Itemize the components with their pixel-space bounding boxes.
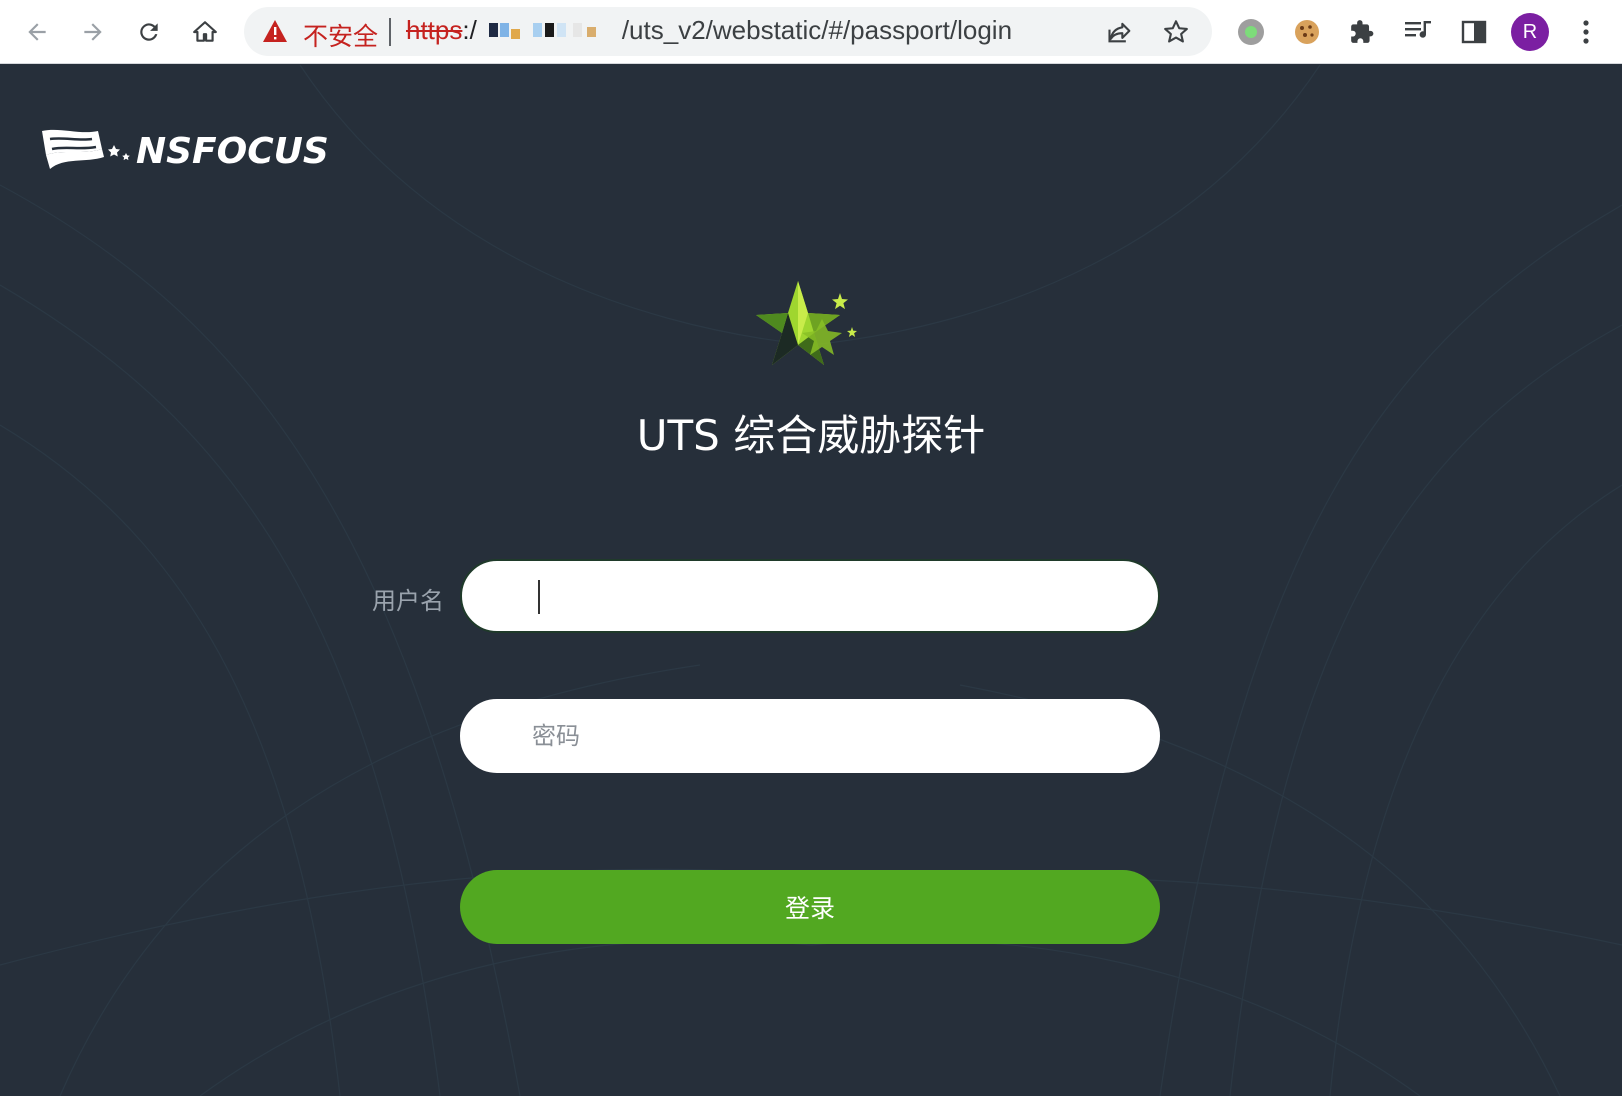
- password-input[interactable]: [460, 699, 1160, 773]
- brand-logo: NSFOCUS: [40, 127, 329, 175]
- side-panel-icon[interactable]: [1454, 12, 1494, 52]
- profile-avatar[interactable]: R: [1510, 12, 1550, 52]
- username-input[interactable]: [460, 559, 1160, 633]
- url-scheme: https: [406, 15, 463, 45]
- share-icon[interactable]: [1106, 18, 1134, 50]
- back-icon[interactable]: [17, 12, 57, 52]
- reload-icon[interactable]: [129, 12, 169, 52]
- url-text[interactable]: https:/ /uts_v2/webstatic/#/passport/logi…: [406, 15, 1012, 46]
- url-separator: :/: [462, 15, 477, 45]
- browser-toolbar: 不安全 https:/ /uts_v2/webstatic/#/passport/…: [0, 0, 1622, 64]
- login-button[interactable]: 登录: [460, 870, 1160, 944]
- text-cursor: [538, 580, 540, 614]
- username-label: 用户名: [372, 587, 444, 615]
- reading-list-icon[interactable]: [1398, 12, 1438, 52]
- page-title: UTS 综合威胁探针: [636, 411, 986, 460]
- extension-circle-icon[interactable]: [1231, 12, 1271, 52]
- home-icon[interactable]: [185, 12, 225, 52]
- flag-icon: [42, 129, 130, 169]
- cookie-icon[interactable]: [1287, 12, 1327, 52]
- brand-name: NSFOCUS: [136, 130, 329, 172]
- security-label[interactable]: 不安全: [303, 17, 378, 53]
- menu-icon[interactable]: [1566, 12, 1606, 52]
- address-bar[interactable]: 不安全 https:/ /uts_v2/webstatic/#/passport/…: [244, 7, 1212, 56]
- forward-icon[interactable]: [73, 12, 113, 52]
- bookmark-star-icon[interactable]: [1162, 18, 1190, 50]
- puzzle-icon[interactable]: [1342, 12, 1382, 52]
- star-logo-icon: [756, 281, 857, 365]
- login-page: NSFOCUS UTS 综合威胁探针 用户名 登录: [0, 65, 1622, 1096]
- warning-icon[interactable]: [262, 19, 288, 47]
- avatar[interactable]: R: [1511, 13, 1549, 51]
- url-path: /uts_v2/webstatic/#/passport/login: [621, 15, 1013, 45]
- redacted-host: [477, 21, 622, 43]
- divider: [389, 18, 391, 46]
